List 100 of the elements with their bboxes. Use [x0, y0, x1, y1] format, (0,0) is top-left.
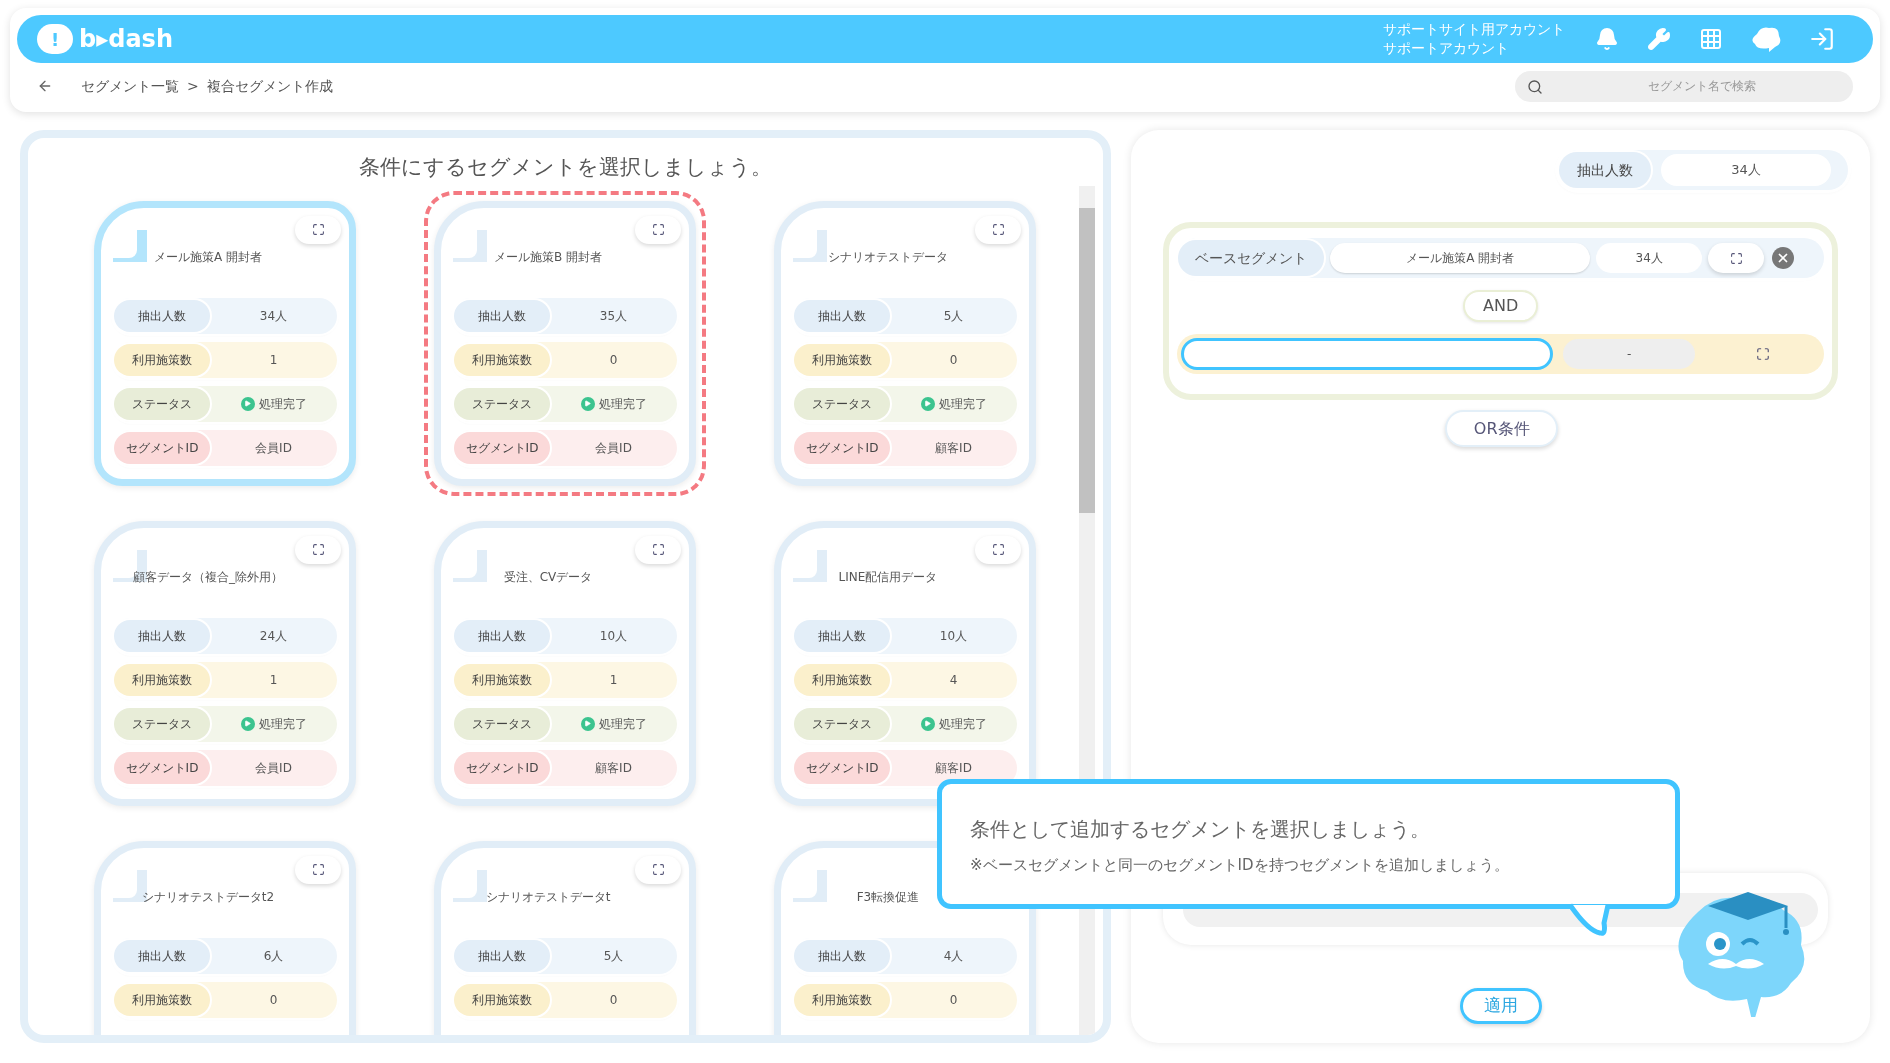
expand-button[interactable]	[635, 855, 681, 884]
total-value: 34人	[1661, 154, 1831, 186]
stat-value: 顧客ID	[595, 759, 632, 777]
expand-button[interactable]	[635, 535, 681, 564]
remove-icon[interactable]	[1772, 247, 1795, 269]
search-field[interactable]: セグメント名で検索	[1515, 70, 1853, 102]
stat-label: 利用施策数	[794, 663, 890, 696]
segment-card[interactable]: メール施策A 開封者 抽出人数 34人 利用施策数 1 ステータス 処理完了 セグメントID 会員ID	[94, 200, 356, 486]
breadcrumb-link[interactable]: セグメント一覧	[81, 75, 179, 97]
stat-label: ステータス	[114, 707, 210, 740]
app-grid-icon[interactable]	[1699, 27, 1723, 51]
logout-icon[interactable]	[1809, 26, 1835, 52]
segment-card[interactable]: LINE配信用データ 抽出人数 10人 利用施策数 4 ステータス 処理完了 セグメントID 顧客ID	[774, 520, 1036, 806]
stat-label: ステータス	[454, 387, 550, 420]
stat-value: 24人	[259, 627, 288, 645]
total-label: 抽出人数	[1559, 152, 1651, 188]
search-icon	[1527, 78, 1543, 95]
tooltip-title: 条件として追加するセグメントを選択しましょう。	[970, 816, 1431, 843]
stat-value: 0	[949, 351, 958, 369]
play-icon	[920, 396, 935, 411]
stat-value: 処理完了	[598, 395, 647, 413]
stat-value: 34人	[259, 307, 288, 325]
stat-value: 1	[609, 671, 618, 689]
segment-card[interactable]: メール施策B 開封者 抽出人数 35人 利用施策数 0 ステータス 処理完了 セグメントID 会員ID	[434, 200, 696, 486]
stat-value: 5人	[603, 947, 624, 965]
corner-fold-icon	[453, 549, 487, 582]
expand-button[interactable]	[295, 215, 341, 244]
corner-fold-icon	[793, 549, 827, 582]
expand-icon	[651, 863, 665, 876]
stat-label: ステータス	[794, 387, 890, 420]
stat-label: セグメントID	[114, 431, 210, 464]
expand-button[interactable]	[975, 215, 1021, 244]
expand-button[interactable]	[1708, 243, 1765, 273]
stat-value: 処理完了	[598, 715, 647, 733]
stat-value: 顧客ID	[935, 759, 972, 777]
back-arrow-icon[interactable]	[37, 78, 53, 94]
stat-value: 0	[949, 991, 958, 1009]
stat-value: 処理完了	[258, 395, 307, 413]
stat-label: 抽出人数	[794, 619, 890, 652]
card-title: 顧客データ（複合_除外用）	[132, 568, 284, 586]
logo-mark: !	[37, 24, 73, 54]
stat-value: 10人	[939, 627, 968, 645]
stat-label: 利用施策数	[114, 343, 210, 376]
segment-card[interactable]: 受注、CVデータ 抽出人数 10人 利用施策数 1 ステータス 処理完了 セグメントID 顧客ID	[434, 520, 696, 806]
stat-label: 抽出人数	[114, 619, 210, 652]
play-icon	[580, 716, 595, 731]
card-title: メール施策A 開封者	[153, 248, 263, 266]
play-icon	[240, 396, 255, 411]
wrench-icon[interactable]	[1647, 27, 1671, 51]
stat-label: ステータス	[794, 707, 890, 740]
stat-label: セグメントID	[114, 751, 210, 784]
expand-button[interactable]	[975, 535, 1021, 564]
stat-label: セグメントID	[794, 431, 890, 464]
stat-label: 利用施策数	[454, 983, 550, 1016]
stat-label: 利用施策数	[454, 343, 550, 376]
stat-label: 抽出人数	[114, 299, 210, 332]
stat-value: 会員ID	[255, 439, 292, 457]
account-name: サポートサイト用アカウント	[1383, 20, 1565, 39]
stat-value: 処理完了	[938, 395, 987, 413]
expand-icon	[651, 543, 665, 556]
segment-input-field[interactable]	[1181, 338, 1554, 370]
card-title: メール施策B 開封者	[492, 248, 603, 266]
stat-value: 会員ID	[595, 439, 632, 457]
segment-card[interactable]: シナリオテストデータt2 抽出人数 6人 利用施策数 0	[94, 840, 356, 1035]
play-icon	[580, 396, 595, 411]
stat-label: 利用施策数	[114, 663, 210, 696]
stat-label: ステータス	[114, 387, 210, 420]
stat-label: 利用施策数	[794, 983, 890, 1016]
expand-icon[interactable]	[1755, 347, 1770, 361]
expand-button[interactable]	[295, 535, 341, 564]
expand-button[interactable]	[635, 215, 681, 244]
stat-label: 抽出人数	[454, 299, 550, 332]
notification-icon[interactable]	[1595, 27, 1619, 51]
stat-label: 抽出人数	[794, 299, 890, 332]
logo-text: b▸dash	[79, 24, 173, 55]
segment-card[interactable]: 顧客データ（複合_除外用） 抽出人数 24人 利用施策数 1 ステータス 処理完了 セグメントID 会員ID	[94, 520, 356, 806]
breadcrumb-separator: >	[187, 76, 199, 96]
stat-label: 抽出人数	[454, 939, 550, 972]
card-title: シナリオテストデータt	[484, 888, 612, 906]
breadcrumb-current: 複合セグメント作成	[206, 76, 333, 96]
expand-icon	[311, 863, 325, 876]
chat-cloud-icon[interactable]	[1751, 26, 1781, 52]
corner-fold-icon	[113, 229, 147, 262]
segment-card[interactable]: シナリオテストデータ 抽出人数 5人 利用施策数 0 ステータス 処理完了 セグメントID 顧客ID	[774, 200, 1036, 486]
stat-value: 0	[609, 351, 618, 369]
stat-label: セグメントID	[794, 751, 890, 784]
stat-label: 抽出人数	[454, 619, 550, 652]
stat-label: 抽出人数	[114, 939, 210, 972]
scrollbar-thumb[interactable]	[1079, 208, 1096, 513]
operator-badge: AND	[1463, 290, 1539, 322]
corner-fold-icon	[793, 869, 827, 902]
expand-icon	[991, 543, 1005, 556]
expand-icon	[1729, 251, 1743, 265]
or-condition-button[interactable]: OR条件	[1445, 410, 1559, 447]
stat-value: 1	[269, 351, 278, 369]
corner-fold-icon	[453, 229, 487, 262]
stat-label: セグメントID	[454, 751, 550, 784]
expand-button[interactable]	[295, 855, 341, 884]
segment-card[interactable]: シナリオテストデータt 抽出人数 5人 利用施策数 0	[434, 840, 696, 1035]
base-segment-label: ベースセグメント	[1178, 240, 1325, 276]
